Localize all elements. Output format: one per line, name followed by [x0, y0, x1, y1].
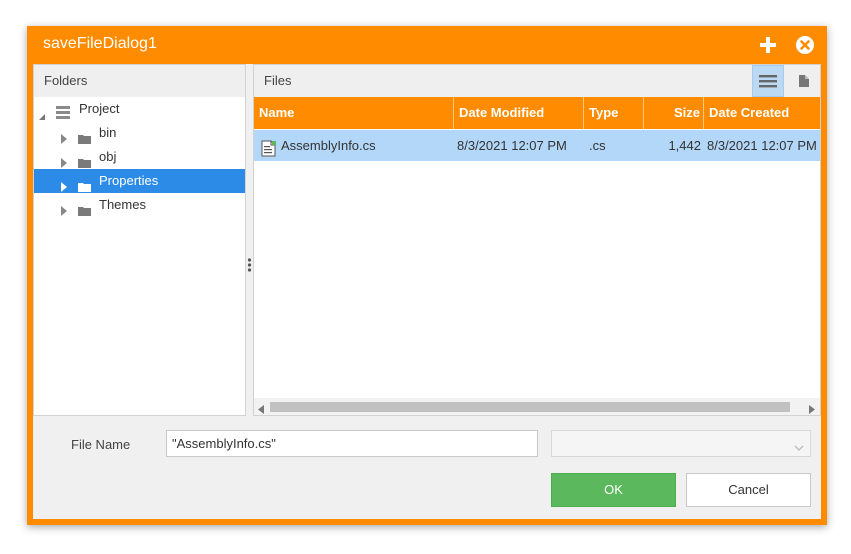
size-cell: 1,442 [668, 138, 701, 153]
scroll-left-icon[interactable] [258, 402, 264, 417]
type-cell: .cs [589, 138, 606, 153]
collapsed-arrow-icon[interactable] [60, 128, 68, 144]
save-file-dialog: saveFileDialog1 Folders Project bin obj … [27, 26, 827, 525]
files-header: Files [254, 65, 820, 97]
cancel-button[interactable]: Cancel [686, 473, 811, 507]
tree-item-obj[interactable]: obj [34, 145, 245, 169]
pane-splitter[interactable] [246, 64, 253, 416]
tree-item-label: Properties [99, 173, 159, 188]
folders-pane: Folders Project bin obj Properties Theme… [33, 64, 246, 416]
file-name-label: File Name [71, 437, 131, 452]
tree-item-label: obj [99, 149, 117, 164]
column-header-date-created[interactable]: Date Created [704, 97, 820, 129]
list-lines-icon [759, 75, 777, 88]
file-name-input[interactable] [166, 430, 538, 457]
plus-icon[interactable] [758, 35, 778, 55]
folder-icon [78, 200, 91, 224]
chevron-down-icon [794, 440, 804, 455]
tree-item-bin[interactable]: bin [34, 121, 245, 145]
horizontal-scrollbar[interactable] [254, 398, 820, 415]
date-modified-cell: 8/3/2021 12:07 PM [457, 138, 567, 153]
collapsed-arrow-icon[interactable] [60, 176, 68, 192]
document-icon [799, 75, 809, 87]
dialog-title: saveFileDialog1 [43, 35, 157, 52]
scroll-right-icon[interactable] [809, 402, 815, 417]
table-row[interactable]: AssemblyInfo.cs 8/3/2021 12:07 PM .cs 1,… [254, 130, 820, 161]
collapsed-arrow-icon[interactable] [60, 152, 68, 168]
file-name-cell: AssemblyInfo.cs [281, 138, 376, 153]
expanded-arrow-icon[interactable] [38, 105, 46, 120]
files-pane: Files Name Date Modified Type Size Date … [253, 64, 821, 416]
dialog-content: Folders Project bin obj Properties Theme… [33, 64, 821, 519]
tree-item-label: bin [99, 125, 117, 140]
files-grid-header: Name Date Modified Type Size Date Create… [254, 97, 820, 129]
tree-item-project[interactable]: Project [34, 97, 245, 121]
text-file-icon [261, 137, 277, 157]
files-header-label: Files [264, 73, 292, 88]
tree-item-themes[interactable]: Themes [34, 193, 245, 217]
column-header-date-modified[interactable]: Date Modified [454, 97, 584, 129]
tree-item-properties[interactable]: Properties [34, 169, 245, 193]
folders-header: Folders [34, 65, 245, 97]
date-created-cell: 8/3/2021 12:07 PM [707, 138, 817, 153]
file-type-select[interactable] [551, 430, 811, 457]
column-header-size[interactable]: Size [644, 97, 704, 129]
collapsed-arrow-icon[interactable] [60, 200, 68, 216]
ok-button[interactable]: OK [551, 473, 676, 507]
column-header-type[interactable]: Type [584, 97, 644, 129]
file-view-button[interactable] [788, 65, 820, 97]
scrollbar-thumb[interactable] [270, 402, 790, 412]
tree-item-label: Project [79, 101, 120, 116]
dialog-titlebar[interactable]: saveFileDialog1 [27, 26, 827, 64]
column-header-name[interactable]: Name [254, 97, 454, 129]
close-icon[interactable] [795, 35, 815, 55]
details-view-button[interactable] [752, 65, 784, 97]
tree-item-label: Themes [99, 197, 146, 212]
